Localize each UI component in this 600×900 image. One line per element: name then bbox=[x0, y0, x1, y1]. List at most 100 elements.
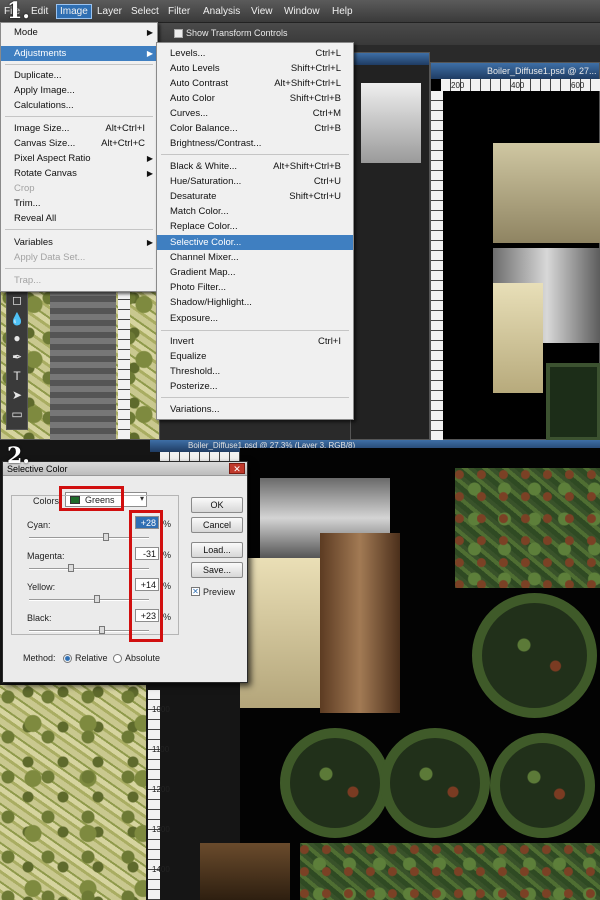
menu-separator bbox=[5, 64, 153, 65]
menu-separator bbox=[161, 330, 349, 331]
menu-item-variables[interactable]: Variables ▶ bbox=[1, 235, 157, 250]
menu-analysis[interactable]: Analysis bbox=[203, 6, 240, 17]
menu-item-gradient-map[interactable]: Gradient Map... bbox=[157, 265, 353, 280]
magenta-slider-thumb[interactable] bbox=[68, 564, 74, 572]
shape-tool-icon[interactable]: ▭ bbox=[7, 405, 27, 424]
menu-bar: File Edit Image Layer Select Filter Anal… bbox=[0, 0, 600, 23]
ruler-label: 1400 bbox=[152, 865, 170, 874]
menu-item-match-color[interactable]: Match Color... bbox=[157, 204, 353, 219]
close-icon[interactable]: ✕ bbox=[229, 463, 245, 474]
ruler-label: 600 bbox=[571, 81, 585, 90]
absolute-radio[interactable] bbox=[113, 654, 122, 663]
yellow-unit: % bbox=[163, 581, 172, 591]
menu-separator bbox=[5, 268, 153, 269]
texture-block bbox=[240, 558, 320, 708]
document-window-left bbox=[0, 685, 146, 900]
menu-item-selective-color[interactable]: Selective Color... bbox=[157, 235, 353, 250]
cyan-slider-thumb[interactable] bbox=[102, 533, 109, 541]
menu-item-desaturate[interactable]: Desaturate Shift+Ctrl+U bbox=[157, 189, 353, 204]
method-label: Method: bbox=[23, 653, 56, 663]
menu-item-mode[interactable]: Mode ▶ bbox=[1, 25, 157, 40]
menu-edit[interactable]: Edit bbox=[31, 6, 48, 17]
load-button[interactable]: Load... bbox=[191, 542, 243, 558]
texture-block bbox=[490, 733, 595, 838]
menu-item-levels[interactable]: Levels... Ctrl+L bbox=[157, 46, 353, 61]
ok-button[interactable]: OK bbox=[191, 497, 243, 513]
menu-item-channel-mixer[interactable]: Channel Mixer... bbox=[157, 250, 353, 265]
magenta-unit: % bbox=[163, 550, 172, 560]
menu-layer[interactable]: Layer bbox=[97, 6, 122, 17]
submenu-arrow-icon: ▶ bbox=[146, 49, 153, 58]
menu-item-shadow-highlight[interactable]: Shadow/Highlight... bbox=[157, 295, 353, 310]
menu-item-hue-saturation[interactable]: Hue/Saturation... Ctrl+U bbox=[157, 174, 353, 189]
menu-item-crop: Crop bbox=[14, 183, 35, 194]
menu-item-exposure[interactable]: Exposure... bbox=[157, 311, 353, 326]
vertical-ruler bbox=[431, 91, 443, 440]
menu-item-reveal-all[interactable]: Reveal All bbox=[1, 211, 157, 226]
save-button[interactable]: Save... bbox=[191, 562, 243, 578]
blur-tool-icon[interactable]: 💧 bbox=[7, 310, 27, 329]
black-unit: % bbox=[163, 612, 172, 622]
menu-item-posterize[interactable]: Posterize... bbox=[157, 379, 353, 394]
menu-item-canvas-size[interactable]: Canvas Size... Alt+Ctrl+C bbox=[1, 136, 157, 151]
menu-help[interactable]: Help bbox=[332, 6, 353, 17]
submenu-arrow-icon: ▶ bbox=[146, 28, 153, 37]
menu-select[interactable]: Select bbox=[131, 6, 159, 17]
submenu-arrow-icon: ▶ bbox=[146, 238, 153, 247]
pen-tool-icon[interactable]: ✒ bbox=[7, 348, 27, 367]
yellow-slider-thumb[interactable] bbox=[94, 595, 101, 603]
menu-item-brightness-contrast[interactable]: Brightness/Contrast... bbox=[157, 136, 353, 151]
relative-radio[interactable] bbox=[63, 654, 72, 663]
preview-checkbox[interactable]: ✕ bbox=[191, 587, 200, 596]
type-tool-icon[interactable]: T bbox=[7, 367, 27, 386]
menu-item-duplicate[interactable]: Duplicate... bbox=[1, 68, 157, 83]
menu-item-rotate-canvas[interactable]: Rotate Canvas ▶ bbox=[1, 166, 157, 181]
menu-item-image-size[interactable]: Image Size... Alt+Ctrl+I bbox=[1, 121, 157, 136]
document-title-bar[interactable] bbox=[351, 53, 429, 65]
menu-item-color-balance[interactable]: Color Balance... Ctrl+B bbox=[157, 121, 353, 136]
menu-item-auto-levels[interactable]: Auto Levels Shift+Ctrl+L bbox=[157, 61, 353, 76]
menu-item-equalize[interactable]: Equalize bbox=[157, 349, 353, 364]
ruler-label: 1000 bbox=[152, 705, 170, 714]
marquee-tool-icon[interactable]: ◻ bbox=[7, 291, 27, 310]
vertical-ruler bbox=[118, 290, 130, 440]
menu-window[interactable]: Window bbox=[284, 6, 320, 17]
menu-filter[interactable]: Filter bbox=[168, 6, 190, 17]
menu-item-threshold[interactable]: Threshold... bbox=[157, 364, 353, 379]
black-label: Black: bbox=[27, 613, 52, 623]
menu-item-pixel-aspect-ratio[interactable]: Pixel Aspect Ratio ▶ bbox=[1, 151, 157, 166]
menu-separator bbox=[161, 397, 349, 398]
document-title-bar[interactable]: Boiler_Diffuse1.psd @ 27... bbox=[431, 63, 599, 79]
menu-item-trap: Trap... bbox=[14, 275, 42, 286]
step-number-label: 1. bbox=[7, 0, 30, 24]
menu-item-variations[interactable]: Variations... bbox=[157, 402, 353, 417]
menu-item-auto-color[interactable]: Auto Color Shift+Ctrl+B bbox=[157, 91, 353, 106]
black-slider-thumb[interactable] bbox=[99, 626, 106, 634]
cancel-button[interactable]: Cancel bbox=[191, 517, 243, 533]
menu-item-black-white[interactable]: Black & White... Alt+Shift+Ctrl+B bbox=[157, 159, 353, 174]
menu-item-calculations[interactable]: Calculations... bbox=[1, 98, 157, 113]
menu-item-apply-image[interactable]: Apply Image... bbox=[1, 83, 157, 98]
menu-item-replace-color[interactable]: Replace Color... bbox=[157, 219, 353, 234]
menu-item-trim[interactable]: Trim... bbox=[1, 196, 157, 211]
dodge-tool-icon[interactable]: ● bbox=[7, 329, 27, 348]
texture-block bbox=[472, 593, 597, 718]
menu-item-adjustments[interactable]: Adjustments ▶ bbox=[1, 46, 157, 61]
menu-item-photo-filter[interactable]: Photo Filter... bbox=[157, 280, 353, 295]
menu-view[interactable]: View bbox=[251, 6, 273, 17]
step-number-label: 2. bbox=[7, 443, 30, 469]
selective-color-dialog: Selective Color ✕ Colors: Greens ▾ Cyan:… bbox=[2, 461, 248, 683]
document-window-right: Boiler_Diffuse1.psd @ 27... 200 400 600 bbox=[430, 62, 600, 440]
menu-item-curves[interactable]: Curves... Ctrl+M bbox=[157, 106, 353, 121]
menu-item-auto-contrast[interactable]: Auto Contrast Alt+Shift+Ctrl+L bbox=[157, 76, 353, 91]
menu-image[interactable]: Image bbox=[56, 4, 92, 19]
values-highlight-box bbox=[129, 510, 163, 642]
yellow-label: Yellow: bbox=[27, 582, 56, 592]
menu-item-apply-data-set: Apply Data Set... bbox=[14, 252, 86, 263]
transform-controls-checkbox[interactable] bbox=[174, 29, 183, 38]
menu-item-invert[interactable]: Invert Ctrl+I bbox=[157, 334, 353, 349]
adjustments-submenu: Levels... Ctrl+L Auto Levels Shift+Ctrl+L … bbox=[156, 42, 354, 420]
path-selection-tool-icon[interactable]: ➤ bbox=[7, 386, 27, 405]
menu-separator bbox=[5, 229, 153, 230]
ruler-label: 1200 bbox=[152, 785, 170, 794]
